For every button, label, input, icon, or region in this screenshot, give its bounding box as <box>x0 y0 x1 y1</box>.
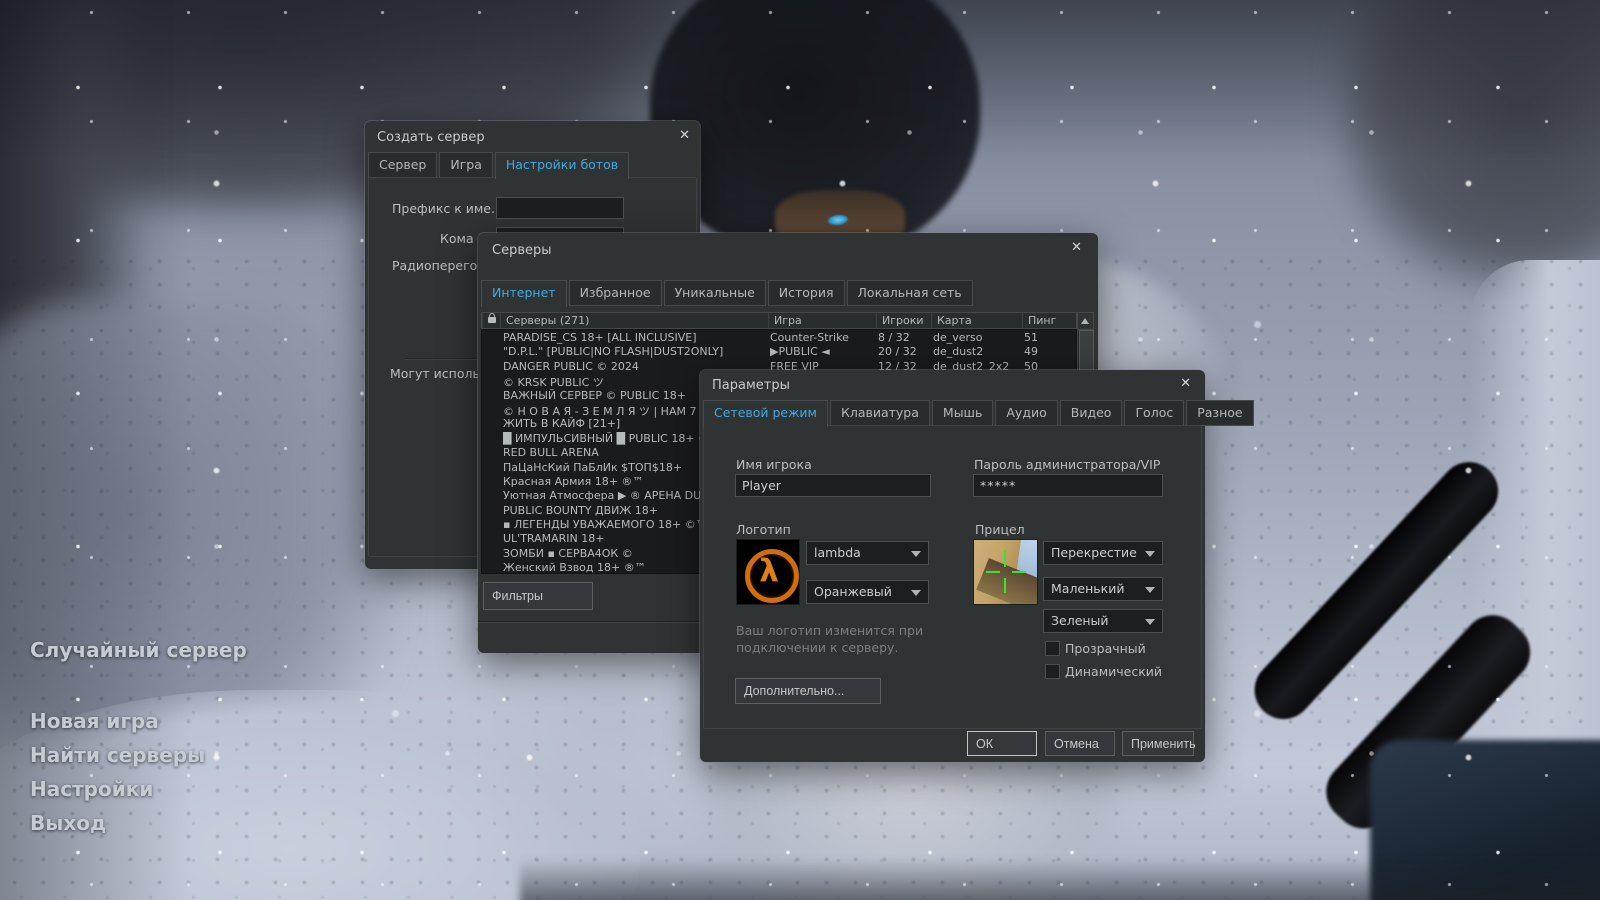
logo-note-line1: Ваш логотип изменится при <box>736 622 923 639</box>
bot-weapons-label: Могут использ <box>390 366 486 381</box>
dropdown-value: Зеленый <box>1051 613 1109 628</box>
servers-tab-1[interactable]: Избранное <box>569 280 662 306</box>
dropdown-value: Маленький <box>1051 581 1124 596</box>
servers-tab-0[interactable]: Интернет <box>481 280 567 307</box>
chevron-down-icon <box>911 551 921 557</box>
server-map: de_verso <box>933 331 1021 344</box>
options-tab-4[interactable]: Видео <box>1060 400 1123 426</box>
main-menu: Случайный сервер Новая игра Найти серверы Н… <box>30 638 290 848</box>
crosshair-type-dropdown[interactable]: Перекрестие <box>1043 541 1163 565</box>
options-tabs: Сетевой режимКлавиатураМышьАудиоВидеоГол… <box>703 400 1254 427</box>
filters-button[interactable]: Фильтры <box>483 582 593 610</box>
options-tab-3[interactable]: Аудио <box>995 400 1057 426</box>
window-title: Создать сервер <box>377 130 485 145</box>
create-server-tabs: СерверИграНастройки ботов <box>368 152 629 179</box>
server-game: ▶PUBLIC ◄ <box>770 345 872 358</box>
dropdown-value: lambda <box>814 545 861 560</box>
server-row[interactable]: "D.P.L." [PUBLIC|NO FLASH|DUST2ONLY]▶PUB… <box>482 344 1076 358</box>
servers-tab-2[interactable]: Уникальные <box>664 280 766 306</box>
menu-item-4[interactable]: Выход <box>30 811 106 835</box>
logo-style-dropdown[interactable]: lambda <box>806 541 929 565</box>
bot-prefix-input[interactable] <box>496 197 624 219</box>
desktop: Случайный сервер Новая игра Найти серверы Н… <box>0 0 1600 900</box>
apply-button[interactable]: Применить <box>1122 731 1194 756</box>
close-icon[interactable]: ✕ <box>679 129 690 142</box>
close-icon[interactable]: ✕ <box>1071 241 1082 254</box>
server-name: "D.P.L." [PUBLIC|NO FLASH|DUST2ONLY] <box>503 345 767 358</box>
cancel-button[interactable]: Отмена <box>1045 731 1115 756</box>
scrollbar-thumb[interactable] <box>1079 330 1094 374</box>
chevron-down-icon <box>911 590 921 596</box>
create-server-tab-2[interactable]: Настройки ботов <box>495 152 629 179</box>
chevron-down-icon <box>1145 619 1155 625</box>
options-tab-0[interactable]: Сетевой режим <box>703 400 828 427</box>
server-players: 8 / 32 <box>878 331 930 344</box>
options-tab-6[interactable]: Разное <box>1186 400 1253 426</box>
player-name-label: Имя игрока <box>736 457 812 472</box>
dynamic-checkbox-label: Динамический <box>1065 664 1162 679</box>
ping-column-header[interactable]: Пинг <box>1022 313 1084 328</box>
admin-password-label: Пароль администратора/VIP <box>974 457 1160 472</box>
crosshair-segment <box>1004 578 1006 593</box>
crosshair-color-dropdown[interactable]: Зеленый <box>1043 609 1163 633</box>
servers-column-header[interactable]: Серверы (271) <box>500 313 774 328</box>
logo-label: Логотип <box>736 522 791 537</box>
map-column-header[interactable]: Карта <box>931 313 1028 328</box>
scroll-up-button[interactable] <box>1078 313 1093 330</box>
lambda-icon: λ <box>737 553 801 589</box>
crosshair-segment <box>1012 571 1026 573</box>
admin-password-input[interactable] <box>973 474 1163 497</box>
options-window: Параметры ✕ Сетевой режимКлавиатураМышьА… <box>700 370 1205 762</box>
menu-item-1[interactable]: Новая игра <box>30 709 159 733</box>
servers-tabs: ИнтернетИзбранноеУникальныеИсторияЛокаль… <box>481 280 973 307</box>
dropdown-value: Оранжевый <box>814 584 892 599</box>
menu-item-2[interactable]: Найти серверы <box>30 743 205 767</box>
options-tab-1[interactable]: Клавиатура <box>830 400 930 426</box>
game-column-header[interactable]: Игра <box>768 313 882 328</box>
server-game: Counter-Strike <box>770 331 872 344</box>
menu-item-3[interactable]: Настройки <box>30 777 153 801</box>
options-tab-5[interactable]: Голос <box>1124 400 1184 426</box>
ok-button[interactable]: ОК <box>967 731 1037 756</box>
bot-command-label: Кома <box>440 231 474 246</box>
player-name-input[interactable] <box>735 474 931 497</box>
crosshair-segment <box>1004 550 1006 567</box>
server-ping: 49 <box>1024 345 1074 358</box>
logo-note: Ваш логотип изменится при подключении к … <box>736 622 923 656</box>
players-column-header[interactable]: Игроки <box>876 313 937 328</box>
menu-item-0[interactable]: Случайный сервер <box>30 638 247 662</box>
create-server-tab-1[interactable]: Игра <box>439 152 493 178</box>
advanced-button[interactable]: Дополнительно... <box>735 678 881 704</box>
dropdown-value: Перекрестие <box>1051 545 1137 560</box>
servers-tab-4[interactable]: Локальная сеть <box>847 280 973 306</box>
chevron-down-icon <box>1145 587 1155 593</box>
window-title: Серверы <box>492 243 552 258</box>
window-title: Параметры <box>712 378 790 393</box>
crosshair-segment <box>986 571 1000 573</box>
lock-icon <box>488 317 496 323</box>
server-list-header: Серверы (271) Игра Игроки Карта Пинг <box>481 312 1077 329</box>
dynamic-checkbox[interactable] <box>1045 664 1060 679</box>
server-map: de_dust2 <box>933 345 1021 358</box>
chevron-down-icon <box>1145 551 1155 557</box>
options-tab-2[interactable]: Мышь <box>932 400 993 426</box>
crosshair-size-dropdown[interactable]: Маленький <box>1043 577 1163 601</box>
logo-color-dropdown[interactable]: Оранжевый <box>806 580 929 604</box>
create-server-tab-0[interactable]: Сервер <box>368 152 437 178</box>
server-ping: 51 <box>1024 331 1074 344</box>
close-icon[interactable]: ✕ <box>1180 377 1191 390</box>
arrow-up-icon <box>1081 318 1089 324</box>
server-row[interactable]: PARADISE_CS 18+ [ALL INCLUSIVE]Counter-S… <box>482 330 1076 344</box>
crosshair-label: Прицел <box>975 522 1025 537</box>
bot-prefix-label: Префикс к име... <box>392 201 503 216</box>
crosshair-preview <box>973 539 1038 605</box>
logo-note-line2: подключении к серверу. <box>736 639 923 656</box>
servers-tab-3[interactable]: История <box>768 280 845 306</box>
translucent-checkbox[interactable] <box>1045 641 1060 656</box>
logo-preview: λ <box>736 539 800 605</box>
translucent-checkbox-label: Прозрачный <box>1065 641 1146 656</box>
server-name: PARADISE_CS 18+ [ALL INCLUSIVE] <box>503 331 767 344</box>
server-players: 20 / 32 <box>878 345 930 358</box>
